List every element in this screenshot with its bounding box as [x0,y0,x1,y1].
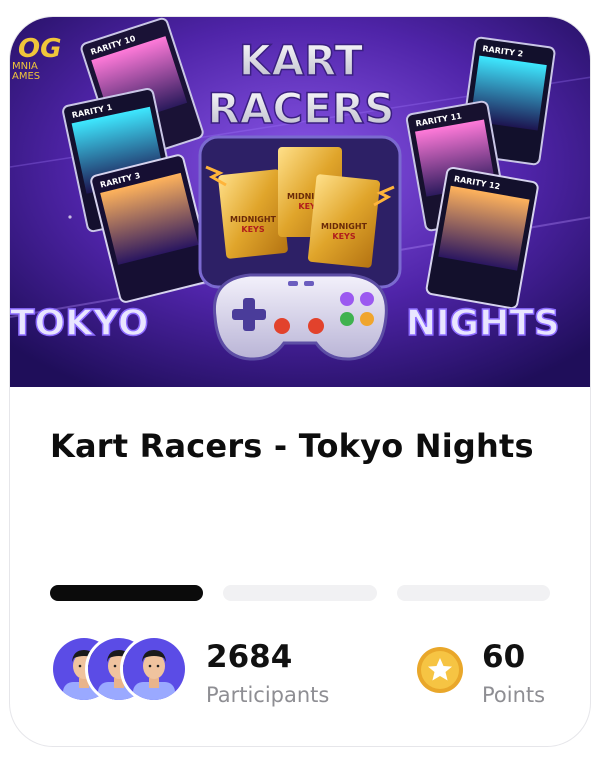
midnight-keys-pack-left: MIDNIGHT KEYS [218,169,288,259]
svg-text:KEYS: KEYS [241,225,264,234]
svg-text:KEYS: KEYS [332,232,355,241]
progress-step-1 [50,585,203,601]
svg-text:AMES: AMES [12,71,40,82]
svg-text:MIDNIGHT: MIDNIGHT [230,215,277,224]
banner-headline-kart: KART [239,36,364,85]
progress-step-3 [397,585,550,601]
quest-details: Kart Racers - Tokyo Nights 2684 Particip… [10,387,590,746]
quest-banner-image: OG MNIA AMES RARITY 10 RARITY 1 RARITY 3 [10,17,590,387]
midnight-keys-pack-right: MIDNIGHT KEYS [307,174,381,268]
banner-word-nights: NIGHTS [406,303,560,344]
points-label: Points [482,683,546,707]
quest-card[interactable]: OG MNIA AMES RARITY 10 RARITY 1 RARITY 3 [9,16,591,747]
banner-headline-racers: RACERS [208,84,395,133]
participant-avatars[interactable] [50,635,190,703]
quest-progress-bar [50,585,550,601]
banner-word-tokyo: TOKYO [10,303,148,344]
progress-step-2 [223,585,377,601]
svg-text:OG: OG [18,34,61,64]
svg-text:MIDNIGHT: MIDNIGHT [321,222,368,231]
quest-title[interactable]: Kart Racers - Tokyo Nights [50,427,534,465]
star-coin-icon [416,646,464,694]
participants-label: Participants [206,683,330,707]
participants-count: 2684 [206,639,293,675]
participant-avatar-icon [120,635,188,703]
points-value: 60 [482,639,526,675]
